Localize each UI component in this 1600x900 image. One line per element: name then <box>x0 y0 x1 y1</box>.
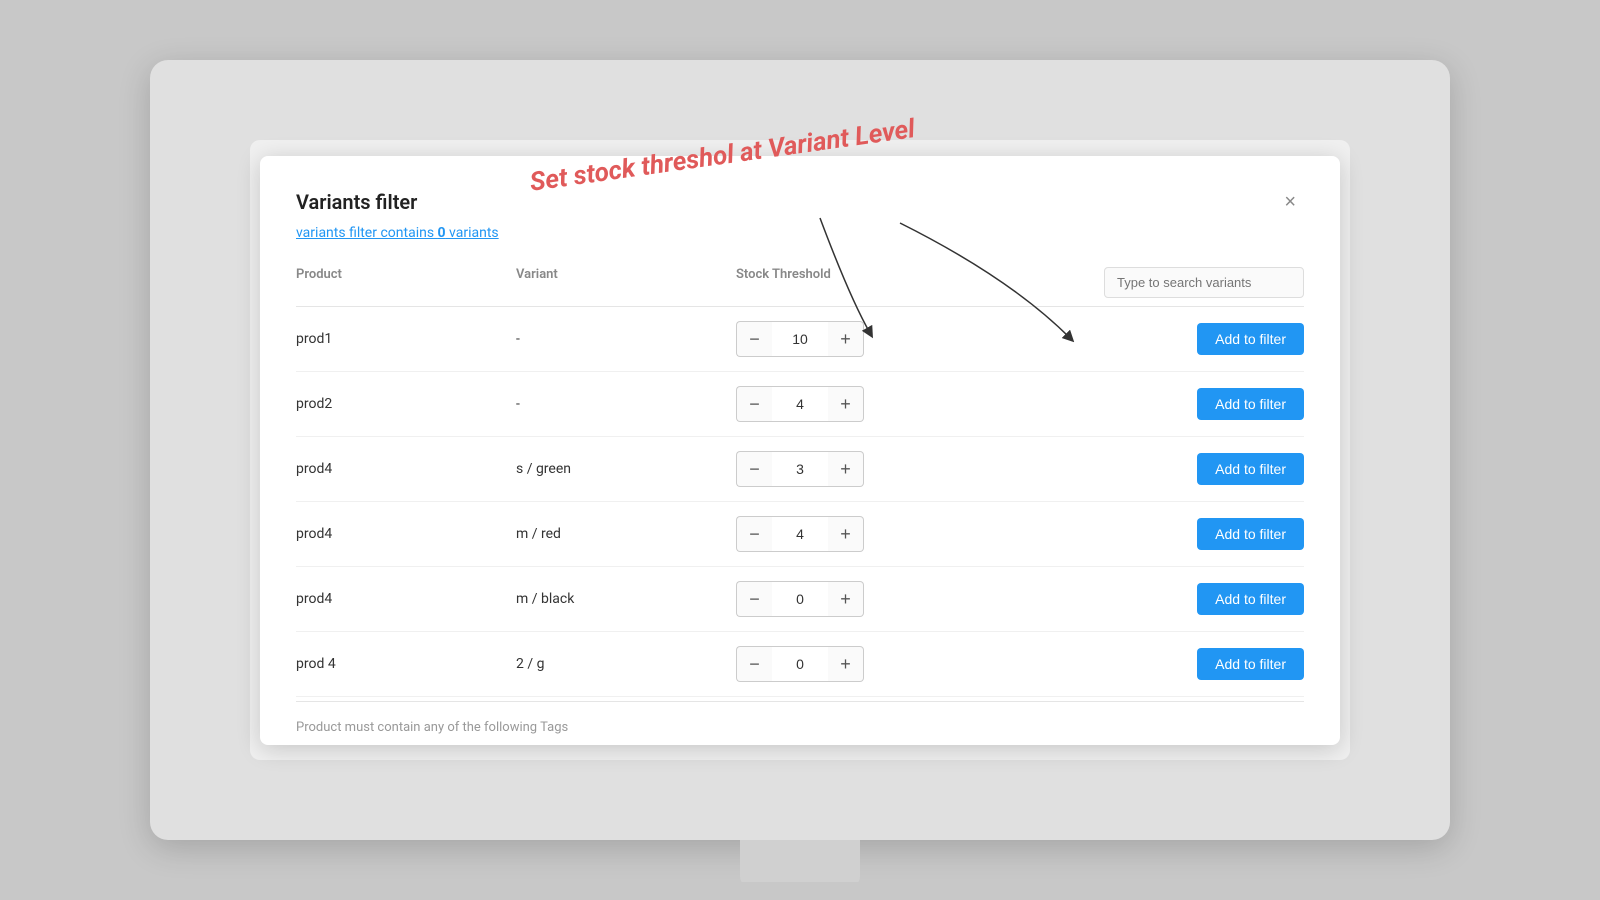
table-row: prod 4 2 / g − + Add to filter <box>296 632 1304 697</box>
add-to-filter-button-3[interactable]: Add to filter <box>1197 518 1304 550</box>
stepper-value-0[interactable] <box>772 321 828 357</box>
table-header: Product Variant Stock Threshold <box>296 259 1304 307</box>
filter-count: 0 <box>438 225 446 241</box>
stepper-0: − + <box>736 321 876 357</box>
stepper-1: − + <box>736 386 876 422</box>
col-product: Product <box>296 267 516 298</box>
cell-stepper: − + <box>736 581 996 617</box>
cell-variant: 2 / g <box>516 656 736 672</box>
cell-product: prod1 <box>296 331 516 347</box>
stepper-increment-1[interactable]: + <box>828 386 864 422</box>
variants-table: Product Variant Stock Threshold prod1 - … <box>296 259 1304 697</box>
cell-action-1: Add to filter <box>996 388 1304 420</box>
cell-action-4: Add to filter <box>996 583 1304 615</box>
stepper-3: − + <box>736 516 876 552</box>
col-variant: Variant <box>516 267 736 298</box>
stepper-decrement-5[interactable]: − <box>736 646 772 682</box>
col-stock-threshold: Stock Threshold <box>736 267 996 298</box>
cell-variant: s / green <box>516 461 736 477</box>
cell-variant: m / black <box>516 591 736 607</box>
stepper-increment-0[interactable]: + <box>828 321 864 357</box>
table-row: prod2 - − + Add to filter <box>296 372 1304 437</box>
variants-filter-modal: Variants filter × variants filter contai… <box>260 156 1340 745</box>
cell-action-3: Add to filter <box>996 518 1304 550</box>
cell-stepper: − + <box>736 646 996 682</box>
stepper-value-3[interactable] <box>772 516 828 552</box>
stepper-value-2[interactable] <box>772 451 828 487</box>
add-to-filter-button-0[interactable]: Add to filter <box>1197 323 1304 355</box>
stepper-decrement-2[interactable]: − <box>736 451 772 487</box>
stepper-4: − + <box>736 581 876 617</box>
cell-product: prod4 <box>296 461 516 477</box>
stepper-decrement-0[interactable]: − <box>736 321 772 357</box>
cell-product: prod 4 <box>296 656 516 672</box>
filter-link[interactable]: variants filter contains 0 variants <box>296 225 499 241</box>
cell-action-2: Add to filter <box>996 453 1304 485</box>
table-row: prod1 - − + Add to filter <box>296 307 1304 372</box>
modal-header: Variants filter × <box>296 188 1304 216</box>
cell-action-5: Add to filter <box>996 648 1304 680</box>
add-to-filter-button-1[interactable]: Add to filter <box>1197 388 1304 420</box>
cell-stepper: − + <box>736 516 996 552</box>
cell-stepper: − + <box>736 386 996 422</box>
stepper-2: − + <box>736 451 876 487</box>
footer-text: Product must contain any of the followin… <box>296 720 568 735</box>
table-body: prod1 - − + Add to filter prod2 - − + Ad… <box>296 307 1304 697</box>
monitor-base <box>700 882 900 900</box>
search-input[interactable] <box>1104 267 1304 298</box>
stepper-5: − + <box>736 646 876 682</box>
cell-variant: - <box>516 331 736 347</box>
filter-link-suffix: variants <box>446 225 499 241</box>
stepper-increment-5[interactable]: + <box>828 646 864 682</box>
modal-footer: Product must contain any of the followin… <box>296 701 1304 745</box>
add-to-filter-button-2[interactable]: Add to filter <box>1197 453 1304 485</box>
stepper-decrement-1[interactable]: − <box>736 386 772 422</box>
filter-link-text: variants filter contains <box>296 225 438 241</box>
stepper-value-4[interactable] <box>772 581 828 617</box>
cell-stepper: − + <box>736 321 996 357</box>
monitor: Set stock threshol at Variant Level Vari… <box>150 60 1450 840</box>
table-row: prod4 s / green − + Add to filter <box>296 437 1304 502</box>
stepper-increment-3[interactable]: + <box>828 516 864 552</box>
stepper-decrement-4[interactable]: − <box>736 581 772 617</box>
stepper-increment-2[interactable]: + <box>828 451 864 487</box>
col-search <box>996 267 1304 298</box>
add-to-filter-button-5[interactable]: Add to filter <box>1197 648 1304 680</box>
close-button[interactable]: × <box>1276 188 1304 216</box>
cell-product: prod4 <box>296 591 516 607</box>
add-to-filter-button-4[interactable]: Add to filter <box>1197 583 1304 615</box>
cell-product: prod2 <box>296 396 516 412</box>
cell-stepper: − + <box>736 451 996 487</box>
stepper-value-5[interactable] <box>772 646 828 682</box>
cell-product: prod4 <box>296 526 516 542</box>
table-row: prod4 m / black − + Add to filter <box>296 567 1304 632</box>
modal-title: Variants filter <box>296 190 417 214</box>
stepper-value-1[interactable] <box>772 386 828 422</box>
modal-backdrop: Set stock threshol at Variant Level Vari… <box>250 140 1350 760</box>
cell-action-0: Add to filter <box>996 323 1304 355</box>
stepper-increment-4[interactable]: + <box>828 581 864 617</box>
monitor-stand <box>740 840 860 888</box>
cell-variant: m / red <box>516 526 736 542</box>
stepper-decrement-3[interactable]: − <box>736 516 772 552</box>
cell-variant: - <box>516 396 736 412</box>
table-row: prod4 m / red − + Add to filter <box>296 502 1304 567</box>
